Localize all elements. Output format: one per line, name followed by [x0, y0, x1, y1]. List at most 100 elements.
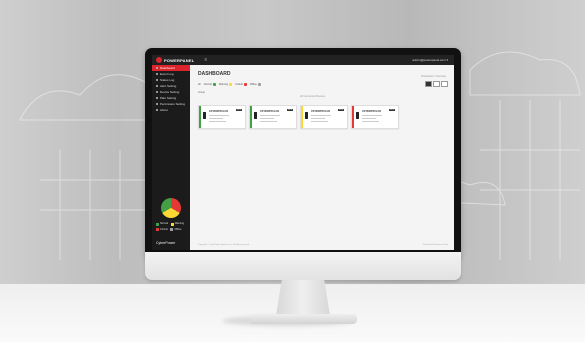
filter-offline[interactable]: Offline [249, 82, 261, 86]
dashboard-icon [156, 67, 158, 69]
legend-normal: Normal [156, 222, 168, 226]
filter-all[interactable]: All [198, 83, 201, 86]
refresh-button[interactable] [441, 81, 448, 87]
device-type-badge: UPS [235, 109, 242, 111]
monitor: POWERPANEL ≡ admin@powerpanel.com ▾ Dash… [145, 48, 461, 324]
footer-product: PowerPanel Business Cloud [422, 244, 448, 246]
device-name: CP1500PFCLCD [260, 110, 280, 113]
monitor-base [249, 314, 357, 324]
device-detail-line [311, 121, 328, 122]
device-detail-line [362, 121, 379, 122]
device-detail-line [260, 121, 277, 122]
device-card-list: CP1500PFCLCD UPS CP1500PFCLCD UPS CP1500… [198, 105, 399, 129]
ups-icon [305, 112, 308, 119]
legend-swatch [156, 222, 159, 226]
filter-normal[interactable]: Normal [203, 82, 216, 86]
devices-section-label: All Connected Devices [300, 95, 326, 98]
status-stripe [199, 106, 201, 128]
app-logo-text: POWERPANEL [164, 57, 195, 63]
sidebar-item-about[interactable]: About [152, 107, 190, 113]
plan-icon [156, 97, 158, 99]
legend-swatch [170, 222, 174, 226]
filter-label: Warning [218, 82, 229, 86]
group-label: Group [198, 91, 205, 94]
device-detail-line [362, 118, 376, 119]
about-icon [156, 109, 158, 111]
status-log-icon [156, 79, 158, 81]
device-detail-line [260, 115, 280, 116]
sidebar-item-label: Plan Setting [160, 96, 177, 100]
device-detail-line [311, 115, 331, 116]
sidebar-item-label: Dashboard [160, 66, 175, 70]
filter-label: Normal [203, 82, 212, 86]
breadcrumb: Dashboard / Overview [421, 75, 446, 78]
alert-icon [156, 85, 158, 87]
device-name: CP1500PFCLCD [362, 110, 382, 113]
legend-critical: Critical [156, 228, 168, 232]
legend-swatch [170, 228, 174, 231]
device-card[interactable]: CP1500PFCLCD UPS [300, 105, 348, 129]
device-detail-line [260, 118, 274, 119]
filter-critical[interactable]: Critical [235, 82, 247, 86]
device-card[interactable]: CP1500PFCLCD UPS [351, 105, 399, 129]
sidebar-item-label: Device Setting [160, 90, 180, 94]
view-toggle [425, 81, 448, 87]
device-name: CP1500PFCLCD [311, 110, 331, 113]
legend-label: Normal [160, 222, 169, 225]
permission-icon [156, 103, 158, 105]
status-filter-bar: All Normal Warning Critical Offline [198, 81, 448, 87]
grid-view-button[interactable] [425, 81, 432, 87]
device-card[interactable]: CP1500PFCLCD UPS [249, 105, 297, 129]
legend-label: Warning [174, 222, 184, 225]
status-pie-chart [161, 198, 181, 218]
sidebar-item-label: Permission Setting [160, 102, 186, 106]
menu-toggle-icon[interactable]: ≡ [204, 57, 207, 63]
filter-color [212, 82, 216, 86]
ups-icon [356, 112, 359, 119]
sidebar: Dashboard Event Log Status Log Alert Set… [152, 65, 190, 250]
status-legend: Normal Warning Critical Offline [156, 222, 188, 233]
device-detail-line [209, 115, 229, 116]
footer-copyright: Copyright © CyberPower Systems, Inc. All… [198, 244, 250, 246]
device-type-badge: UPS [388, 109, 395, 111]
event-log-icon [156, 73, 158, 75]
page-title: DASHBOARD [198, 71, 231, 77]
main-content: DASHBOARD Dashboard / Overview All Norma… [190, 65, 454, 250]
sidebar-item-label: Status Log [160, 78, 175, 82]
monitor-chin [145, 252, 461, 280]
filter-color [243, 82, 247, 86]
status-stripe [352, 106, 354, 128]
filter-color [229, 82, 233, 86]
status-stripe [250, 106, 252, 128]
legend-label: Offline [174, 227, 182, 231]
filter-label: Offline [249, 82, 257, 86]
status-stripe [301, 106, 303, 128]
sidebar-item-label: Event Log [160, 72, 174, 76]
sidebar-item-label: About [160, 108, 168, 112]
legend-offline: Offline [170, 227, 182, 232]
legend-swatch [156, 228, 159, 231]
device-detail-line [209, 118, 223, 119]
device-type-badge: UPS [337, 109, 344, 111]
brand-logo: CyberPower [156, 241, 176, 245]
device-type-badge: UPS [286, 109, 293, 111]
device-name: CP1500PFCLCD [209, 110, 229, 113]
legend-warning: Warning [170, 222, 184, 226]
filter-color [257, 82, 261, 86]
ups-icon [254, 112, 257, 119]
app-topbar: POWERPANEL ≡ admin@powerpanel.com ▾ [152, 55, 454, 65]
legend-label: Critical [160, 227, 168, 231]
filter-label: Critical [235, 82, 243, 86]
user-menu[interactable]: admin@powerpanel.com ▾ [412, 58, 448, 62]
monitor-screen: POWERPANEL ≡ admin@powerpanel.com ▾ Dash… [152, 55, 454, 250]
ups-icon [203, 112, 206, 119]
list-view-button[interactable] [433, 81, 440, 87]
device-detail-line [362, 115, 382, 116]
device-card[interactable]: CP1500PFCLCD UPS [198, 105, 246, 129]
device-detail-line [209, 121, 226, 122]
device-detail-line [311, 118, 325, 119]
device-icon [156, 91, 158, 93]
filter-warning[interactable]: Warning [218, 82, 233, 86]
sidebar-item-label: Alert Setting [160, 84, 177, 88]
powerpanel-logo-icon [156, 57, 162, 63]
